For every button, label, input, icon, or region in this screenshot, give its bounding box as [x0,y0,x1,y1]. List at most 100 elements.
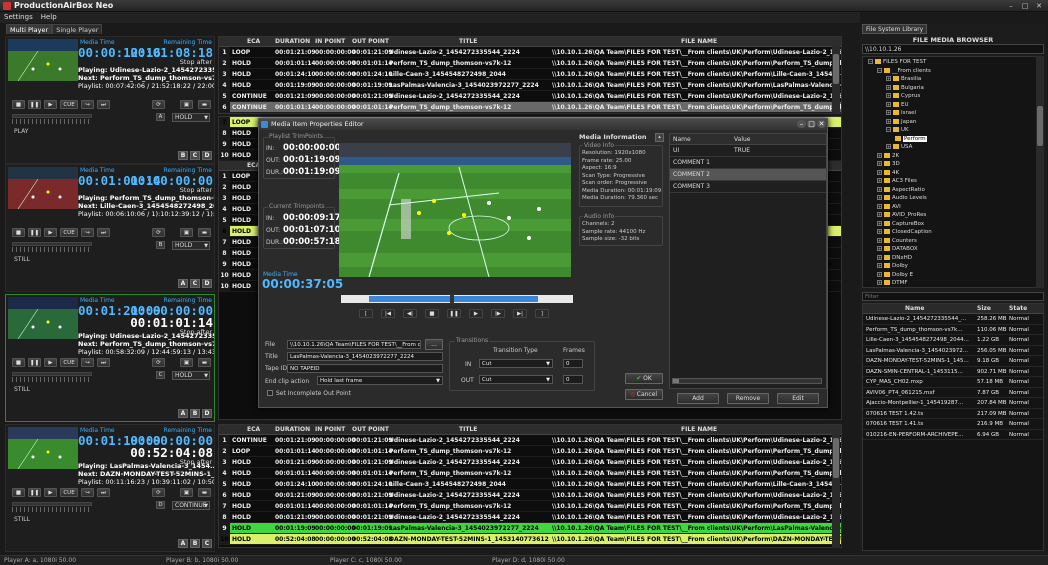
go-end-icon[interactable]: ▶| [513,309,527,318]
tree-item[interactable]: − FILES FOR TEST [863,58,1041,67]
playlist-row[interactable]: 1 LOOP 00:01:21:09 00:00:00:00 00:01:21:09 Ud… [219,47,841,58]
expand-icon[interactable]: + [877,280,882,285]
cue-button[interactable]: CUE [60,100,78,109]
switch-player-b-button[interactable]: B [190,409,200,418]
expand-icon[interactable]: + [886,118,891,124]
expand-icon[interactable]: + [877,263,882,268]
skip-end-icon[interactable]: ⏭ [97,228,110,237]
reload-icon[interactable]: ⟳ [152,100,165,109]
volume-slider[interactable] [12,114,92,118]
tree-item[interactable]: + DATABOX [863,245,1041,254]
stop-icon[interactable]: ■ [12,358,25,367]
stop-icon[interactable]: ■ [425,309,439,318]
step-back-icon[interactable]: ◀| [403,309,417,318]
collapse-icon[interactable]: − [877,67,882,73]
minimize-icon[interactable]: – [1005,2,1017,10]
play-icon[interactable]: ▶ [44,100,57,109]
path-field[interactable]: \\10.10.1.26 [862,44,1044,54]
trans-in-select[interactable]: Cut ▼ [479,359,553,368]
expand-icon[interactable]: + [886,110,891,115]
col-file-name[interactable]: FILE NAME [681,426,717,433]
switch-player-c-button[interactable]: C [190,279,200,288]
cue-button[interactable]: CUE [60,488,78,497]
switch-player-a-button[interactable]: A [178,279,188,288]
property-row[interactable]: UI TRUE [670,145,826,157]
col-file-name[interactable]: FILE NAME [681,38,717,45]
stop-icon[interactable]: ■ [12,100,25,109]
tree-item[interactable]: + AC3 Files [863,177,1041,186]
add-button[interactable]: Add [677,393,719,404]
expand-icon[interactable]: + [877,203,882,209]
incomplete-checkbox[interactable] [267,390,273,396]
switch-player-b-button[interactable]: B [190,539,200,548]
expand-icon[interactable]: + [877,246,882,251]
expand-icon[interactable]: + [877,195,882,200]
tree-item[interactable]: + Audio Levels [863,194,1041,203]
col-in-point[interactable]: IN POINT [315,426,345,433]
file-row[interactable]: LasPalmas-Valencia-3_1454023972... 256.05… [863,346,1043,356]
switch-player-b-button[interactable]: B [178,151,188,160]
col-duration[interactable]: DURATION [275,38,310,45]
tree-item[interactable]: +4K [863,169,1041,178]
col-title[interactable]: TITLE [459,426,477,433]
tab-single-player[interactable]: Single Player [52,24,103,34]
reload-icon[interactable]: ⟳ [152,488,165,497]
tree-item[interactable]: + AspectRatio [863,186,1041,195]
props-col-value[interactable]: Value [734,136,750,143]
pause-icon[interactable]: ❚❚ [28,488,41,497]
mark-out-icon[interactable]: ] [535,309,549,318]
folder-icon[interactable]: ▬ [198,358,211,367]
trans-out-frames[interactable]: 0 [563,375,583,384]
tree-item[interactable]: Perform [863,135,1041,144]
col-title[interactable]: TITLE [459,38,477,45]
property-row[interactable]: COMMENT 2 [670,169,826,181]
menu-settings[interactable]: Settings [0,12,37,22]
file-row[interactable]: CYP_MAS_CH02.mxp 57.18 MB Normal [863,377,1043,388]
trans-out-select[interactable]: Cut ▼ [479,375,553,384]
expand-icon[interactable]: + [886,76,891,81]
filter-input[interactable]: Filter [862,292,1044,301]
cue-button[interactable]: CUE [60,228,78,237]
end-action-select[interactable]: HOLD ▼ [172,371,210,380]
tree-item[interactable]: +3D [863,160,1041,169]
tree-item[interactable]: + USA [863,143,1041,152]
playlist-row[interactable]: 4 HOLD 00:01:01:14 00:00:00:00 00:01:01:14 Pe… [219,468,841,479]
playlist-a-scrollbar[interactable] [832,46,840,114]
playlist-row[interactable]: 5 HOLD 00:01:24:10 00:00:00:00 00:01:24:10 Li… [219,479,841,490]
folder-icon[interactable]: ▬ [198,100,211,109]
tree-item[interactable]: + AVI [863,203,1041,212]
file-row[interactable]: Ajaccio-Montpellier-1_145419287... 207.84… [863,398,1043,409]
collapse-icon[interactable]: − [886,127,891,132]
expand-icon[interactable]: + [886,93,891,98]
cancel-button[interactable]: ⦸ Cancel [625,389,663,400]
file-row[interactable]: 070616 TEST 1.42.ts 217.09 MB Normal [863,409,1043,419]
browse-button[interactable]: ... [425,339,443,350]
stop-icon[interactable]: ■ [12,488,25,497]
switch-player-d-button[interactable]: D [202,409,212,418]
switch-player-a-button[interactable]: A [178,409,188,418]
playlist-row[interactable]: 1 CONTINUE 00:01:21:09 00:00:00:00 00:01:21:… [219,435,841,446]
ok-button[interactable]: ✔ OK [625,373,663,384]
file-row[interactable]: Lille-Caen-3_1454548272498_2044... 1.22 G… [863,335,1043,346]
pause-icon[interactable]: ❚❚ [28,100,41,109]
volume-slider[interactable] [12,242,92,246]
save-icon[interactable]: ▣ [180,100,193,109]
endclip-select[interactable]: Hold last frame ▼ [317,376,443,385]
playlist-row[interactable]: 4 HOLD 00:01:19:09 00:00:00:00 00:01:19:09 La… [219,80,841,91]
col-out-point[interactable]: OUT POINT [352,38,389,45]
expand-icon[interactable]: + [886,101,891,107]
tree-item[interactable]: + EU [863,101,1041,110]
playlist-row[interactable]: 8 HOLD 00:01:21:09 00:00:00:00 00:01:21:09 Ud… [219,512,841,523]
col-eca[interactable]: ECA [247,426,260,433]
property-row[interactable]: COMMENT 3 [670,181,826,193]
mark-in-icon[interactable]: [ [359,309,373,318]
tapeid-field[interactable]: NO TAPEID [287,364,443,373]
tree-item[interactable]: + AVID_ProRes [863,211,1041,220]
tree-item[interactable]: + Dolby [863,262,1041,271]
play-icon[interactable]: ▶ [44,228,57,237]
expand-icon[interactable]: + [877,229,882,234]
switch-player-d-button[interactable]: D [202,151,212,160]
col-in-point[interactable]: IN POINT [315,38,345,45]
col-size[interactable]: Size [977,305,991,312]
skip-end-icon[interactable]: ⏭ [97,488,110,497]
